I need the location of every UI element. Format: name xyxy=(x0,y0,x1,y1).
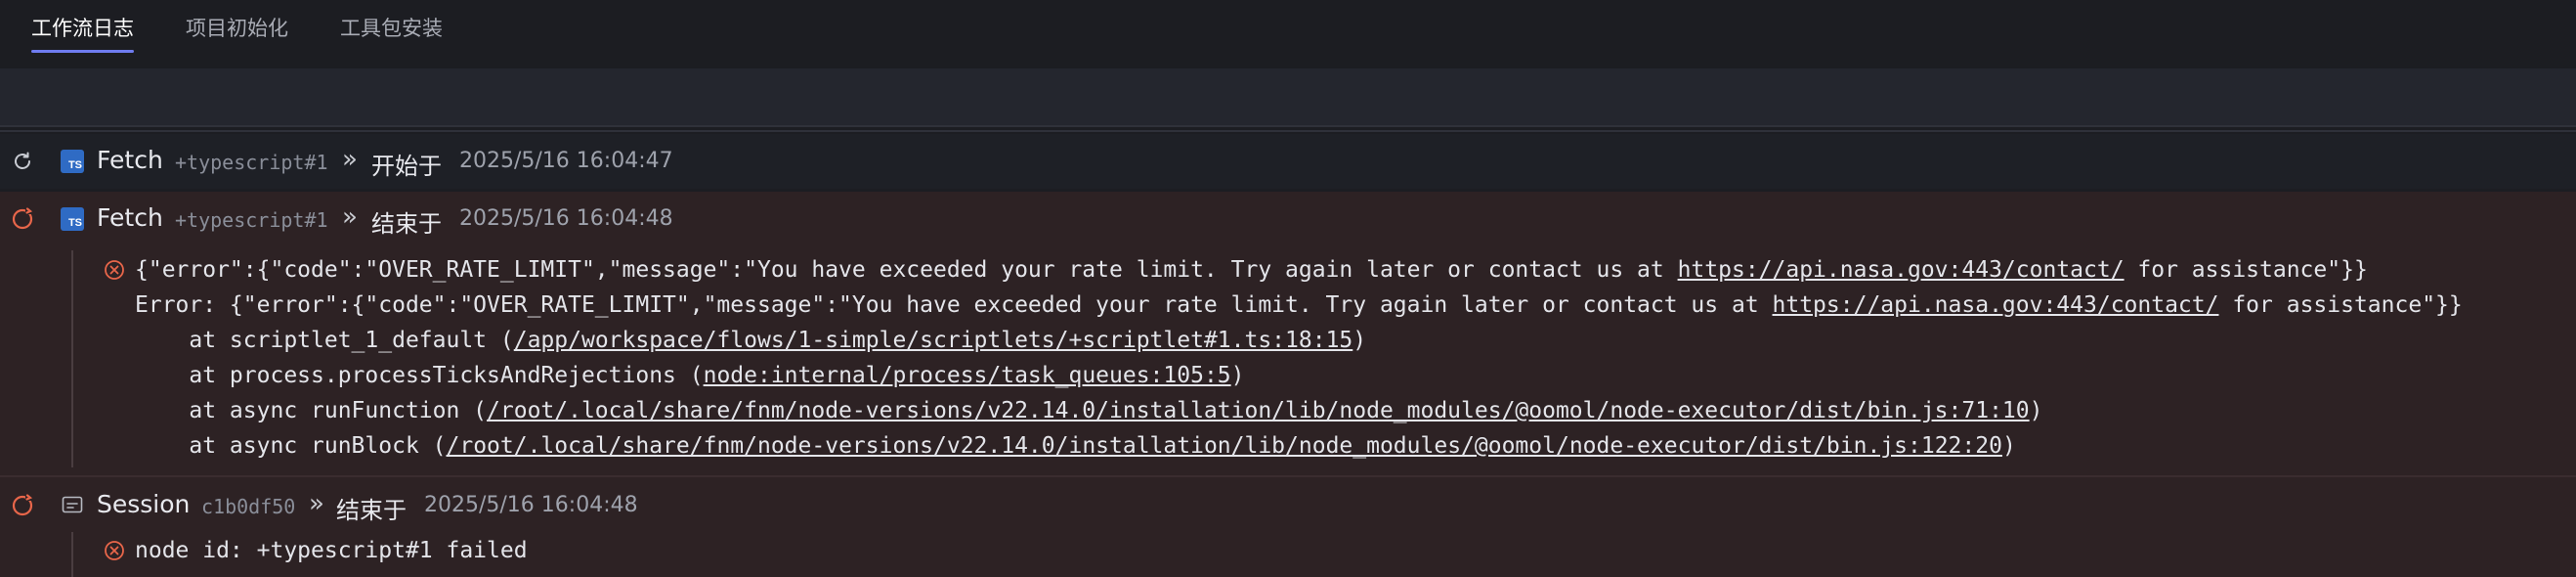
indent-guide xyxy=(71,532,73,577)
refresh-icon xyxy=(10,149,35,174)
typescript-icon: TS xyxy=(61,207,84,231)
session-icon xyxy=(62,496,83,513)
tab-label: 工作流日志 xyxy=(31,17,134,40)
active-tab-indicator xyxy=(31,50,134,53)
session-id: c1b0df50 xyxy=(201,495,296,518)
stack-link[interactable]: /root/.local/share/fnm/node-versions/v22… xyxy=(487,398,2030,423)
event-verb: 结束于 xyxy=(371,210,442,238)
error-line: {"error":{"code":"OVER_RATE_LIMIT","mess… xyxy=(135,257,2368,283)
tab-bar: 工作流日志 项目初始化 工具包安装 xyxy=(0,0,2576,68)
timestamp: 2025/5/16 16:04:48 xyxy=(459,206,673,231)
log-entry-session[interactable]: Session c1b0df50 » 结束于 2025/5/16 16:04:4… xyxy=(0,477,2576,577)
divider xyxy=(0,130,2576,132)
log-entry-error[interactable]: TS Fetch +typescript#1 » 结束于 2025/5/16 1… xyxy=(0,192,2576,475)
log-entry[interactable]: TS Fetch +typescript#1 » 开始于 2025/5/16 1… xyxy=(0,134,2576,189)
chevron-right-icon: » xyxy=(342,202,358,232)
error-link[interactable]: https://api.nasa.gov:443/contact/ xyxy=(1678,257,2125,283)
retry-icon xyxy=(10,492,35,517)
stack-link[interactable]: node:internal/process/task_queues:105:5 xyxy=(704,363,1231,388)
event-verb: 开始于 xyxy=(371,153,442,180)
error-link[interactable]: https://api.nasa.gov:443/contact/ xyxy=(1773,292,2219,318)
stack-line: at scriptlet_1_default (/app/workspace/f… xyxy=(135,328,1367,353)
log-toolbar xyxy=(0,68,2576,127)
session-name: Session xyxy=(97,490,191,518)
stack-link[interactable]: /app/workspace/flows/1-simple/scriptlets… xyxy=(514,328,1353,353)
error-circle-icon xyxy=(104,540,125,561)
chevron-right-icon: » xyxy=(342,145,358,174)
indent-guide xyxy=(71,250,73,467)
tab-label: 工具包安装 xyxy=(340,17,443,40)
error-line: Error: {"error":{"code":"OVER_RATE_LIMIT… xyxy=(135,292,2463,318)
typescript-icon: TS xyxy=(61,150,84,173)
timestamp: 2025/5/16 16:04:47 xyxy=(459,149,673,173)
stack-line: at async runBlock (/root/.local/share/fn… xyxy=(135,433,2016,459)
tab-workflow-log[interactable]: 工作流日志 xyxy=(31,14,134,53)
stack-line: at process.processTicksAndRejections (no… xyxy=(135,363,1245,388)
tab-label: 项目初始化 xyxy=(186,17,288,40)
block-id: +typescript#1 xyxy=(175,151,328,174)
tab-toolkit-install[interactable]: 工具包安装 xyxy=(340,14,443,53)
stack-link[interactable]: /root/.local/share/fnm/node-versions/v22… xyxy=(447,433,2002,459)
retry-icon xyxy=(10,205,35,231)
block-name: Fetch xyxy=(97,146,163,174)
event-verb: 结束于 xyxy=(336,497,407,524)
chevron-right-icon: » xyxy=(309,489,324,518)
error-circle-icon xyxy=(104,259,125,281)
tab-project-init[interactable]: 项目初始化 xyxy=(186,14,288,53)
stack-line: at async runFunction (/root/.local/share… xyxy=(135,398,2043,423)
session-error-message: node id: +typescript#1 failed xyxy=(135,538,528,563)
block-name: Fetch xyxy=(97,203,163,232)
block-id: +typescript#1 xyxy=(175,208,328,232)
timestamp: 2025/5/16 16:04:48 xyxy=(424,493,638,517)
